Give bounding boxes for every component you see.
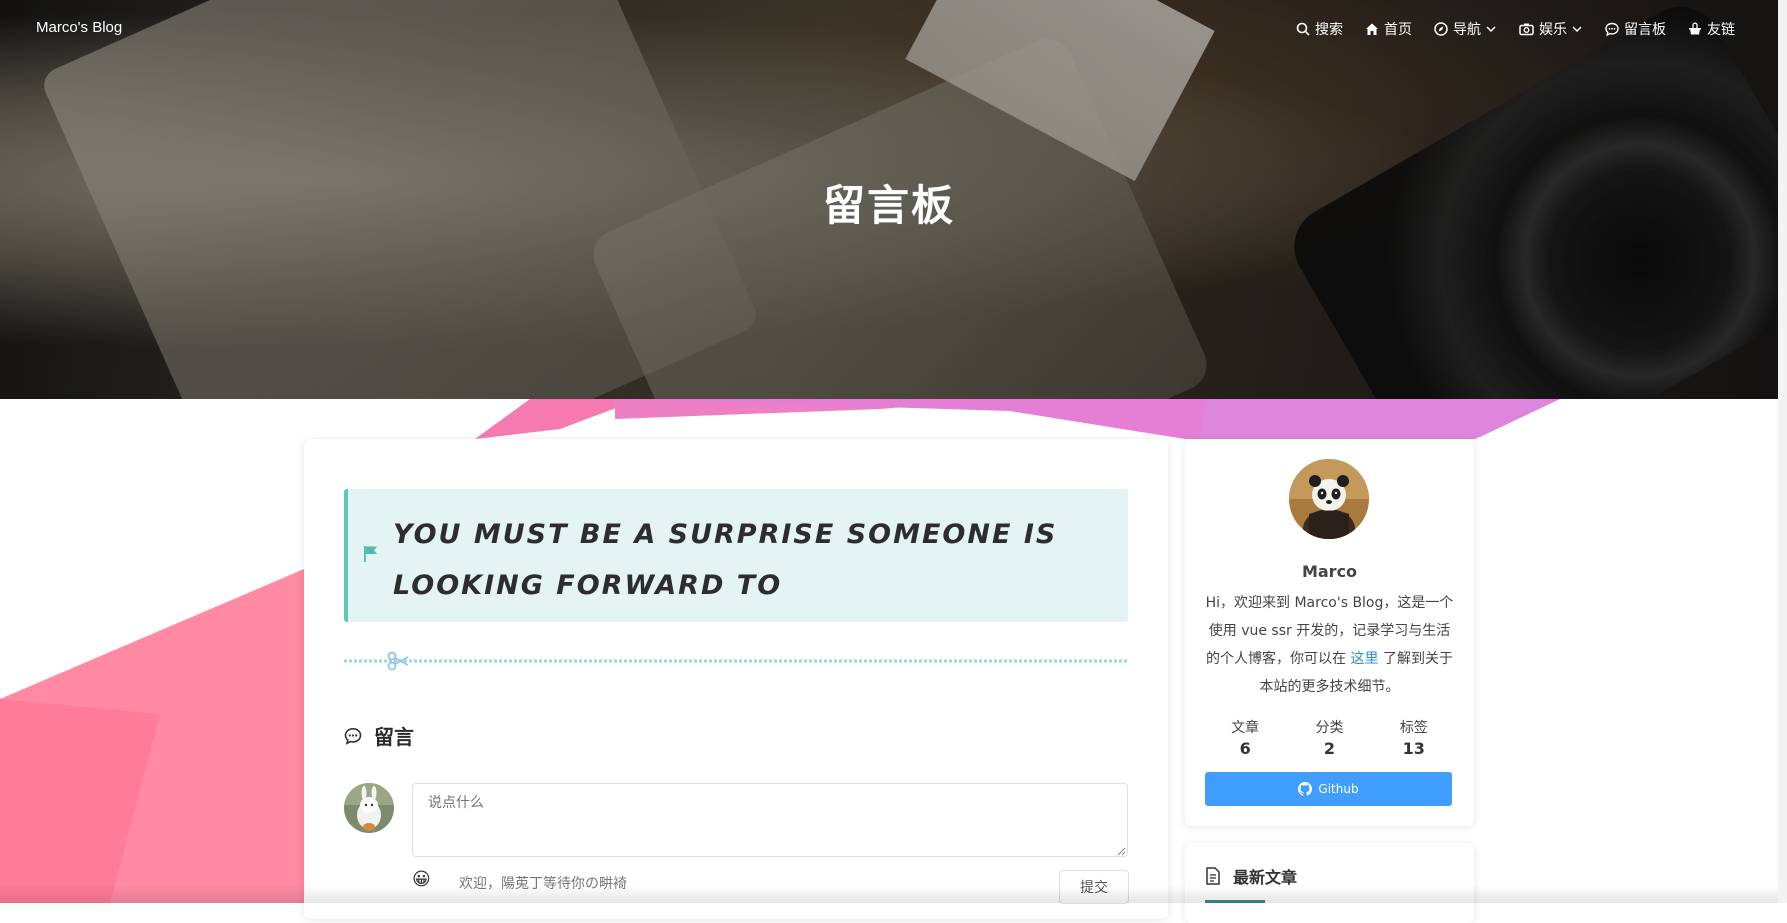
profile-card: Marco Hi，欢迎来到 Marco's Blog，这是一个使用 vue ss… [1185, 439, 1474, 826]
profile-desc-link[interactable]: 这里 [1351, 651, 1379, 667]
chat-icon [1605, 22, 1619, 36]
stat-articles[interactable]: 文章 6 [1231, 717, 1259, 758]
hero-banner: 留言板 [0, 0, 1778, 399]
document-icon [1206, 867, 1220, 885]
user-avatar [344, 783, 394, 833]
nav-item-label: 娱乐 [1539, 22, 1567, 38]
chevron-down-icon [1486, 26, 1496, 33]
profile-name: Marco [1301, 562, 1358, 581]
scissor-divider [344, 651, 1128, 671]
camera-icon [1519, 23, 1534, 36]
top-nav: Marco's Blog 搜索 首页 导航 娱乐 留言板 友链 [0, 0, 1778, 58]
profile-description: Hi，欢迎来到 Marco's Blog，这是一个使用 vue ssr 开发的，… [1203, 589, 1456, 701]
nav-menu: 搜索 首页 导航 娱乐 留言板 友链 [1274, 19, 1735, 39]
chevron-down-icon [1572, 26, 1582, 33]
stat-categories[interactable]: 分类 2 [1315, 717, 1343, 758]
nav-item-guestbook[interactable]: 留言板 [1605, 19, 1666, 39]
comment-icon [344, 727, 362, 745]
section-title-label: 留言 [374, 725, 414, 749]
stat-value: 13 [1402, 739, 1425, 758]
quote-text: You must be a surprise someone is lookin… [393, 519, 1058, 601]
home-icon [1366, 23, 1378, 35]
latest-articles-card: 最新文章 [1185, 843, 1474, 923]
comment-section-title: 留言 [344, 721, 414, 750]
nav-item-search[interactable]: 搜索 [1296, 19, 1343, 39]
profile-avatar [1289, 459, 1369, 539]
nav-item-label: 友链 [1707, 22, 1735, 38]
page-scrollbar[interactable] [1778, 0, 1787, 903]
resize-handle-icon[interactable] [1117, 847, 1126, 856]
github-button[interactable]: Github [1205, 772, 1452, 806]
profile-stats: 文章 6 分类 2 标签 13 [1203, 717, 1456, 758]
comment-input[interactable] [412, 783, 1128, 857]
guestbook-card: You must be a surprise someone is lookin… [304, 439, 1168, 919]
stat-value: 6 [1239, 739, 1251, 758]
github-icon [1298, 782, 1313, 796]
link-icon [1689, 22, 1701, 35]
nav-item-links[interactable]: 友链 [1688, 19, 1735, 39]
nav-item-home[interactable]: 首页 [1365, 19, 1412, 39]
page-title: 留言板 [822, 181, 955, 230]
site-brand[interactable]: Marco's Blog [36, 19, 122, 36]
quote-block: You must be a surprise someone is lookin… [344, 489, 1128, 622]
nav-item-label: 导航 [1453, 22, 1481, 38]
stat-label: 标签 [1399, 720, 1428, 736]
flag-icon [364, 546, 377, 562]
nav-item-guide[interactable]: 导航 [1434, 19, 1497, 39]
nav-item-label: 留言板 [1624, 22, 1666, 38]
nav-item-entertainment[interactable]: 娱乐 [1519, 19, 1583, 39]
github-label: Github [1318, 782, 1359, 796]
bottom-shadow [0, 885, 1778, 903]
nav-item-label: 首页 [1384, 22, 1412, 38]
nav-item-label: 搜索 [1315, 22, 1343, 38]
compass-icon [1434, 22, 1448, 36]
stat-tags[interactable]: 标签 13 [1400, 717, 1428, 758]
stat-label: 文章 [1231, 720, 1260, 736]
search-icon [1296, 22, 1310, 36]
stat-value: 2 [1323, 739, 1336, 758]
stat-label: 分类 [1315, 720, 1344, 736]
